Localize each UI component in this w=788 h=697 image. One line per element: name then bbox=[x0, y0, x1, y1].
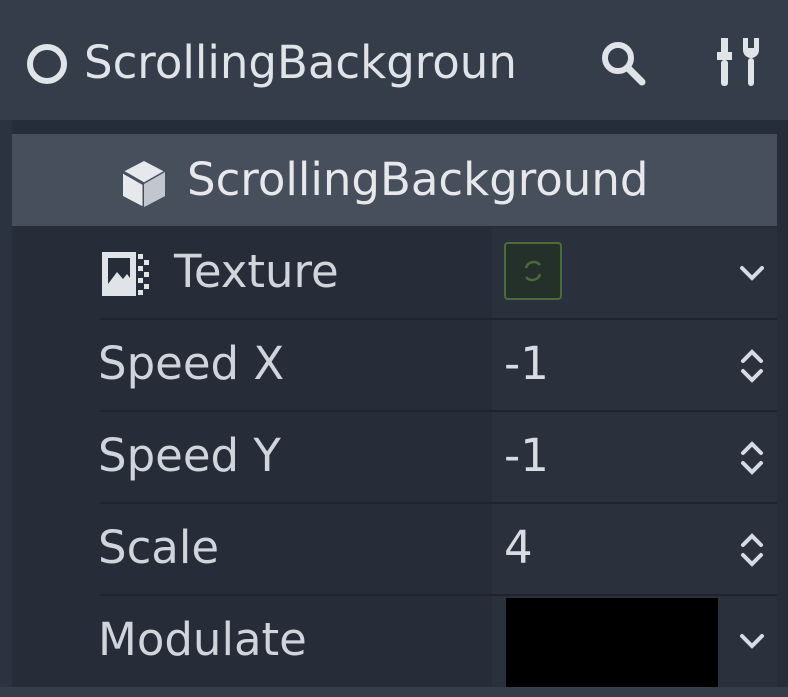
scale-spinbox[interactable]: 4 bbox=[492, 504, 777, 596]
stepper-icon[interactable] bbox=[735, 436, 769, 480]
chevron-down-icon[interactable] bbox=[735, 626, 769, 656]
texture-value-field[interactable] bbox=[492, 228, 777, 320]
property-label-modulate: Modulate bbox=[98, 613, 307, 666]
modulate-color-field[interactable] bbox=[492, 596, 777, 688]
inspector-header: ScrollingBackgroun bbox=[0, 0, 788, 120]
stepper-icon[interactable] bbox=[735, 528, 769, 572]
speed-y-value[interactable]: -1 bbox=[504, 426, 549, 486]
property-row-scale: Scale 4 bbox=[12, 504, 777, 596]
property-label-scale: Scale bbox=[98, 521, 220, 574]
inspector-panel: ScrollingBackground Texture Speed X -1 S… bbox=[0, 120, 788, 697]
property-label-speed-x: Speed X bbox=[98, 337, 285, 390]
property-row-speed-x: Speed X -1 bbox=[12, 320, 777, 412]
scale-value[interactable]: 4 bbox=[504, 518, 533, 578]
property-label-texture: Texture bbox=[174, 245, 339, 298]
property-row-texture: Texture bbox=[12, 228, 777, 320]
color-swatch[interactable] bbox=[506, 598, 718, 688]
reload-icon bbox=[524, 260, 542, 282]
section-header[interactable]: ScrollingBackground bbox=[12, 134, 777, 226]
property-row-modulate: Modulate bbox=[12, 596, 777, 688]
property-label-speed-y: Speed Y bbox=[98, 429, 281, 482]
chevron-down-icon[interactable] bbox=[735, 258, 769, 288]
cube-icon bbox=[122, 161, 166, 207]
texture-icon bbox=[102, 252, 149, 296]
speed-x-spinbox[interactable]: -1 bbox=[492, 320, 777, 412]
node-circle-icon bbox=[27, 44, 67, 84]
property-row-speed-y: Speed Y -1 bbox=[12, 412, 777, 504]
tools-icon[interactable] bbox=[713, 34, 769, 90]
speed-x-value[interactable]: -1 bbox=[504, 334, 549, 394]
search-icon[interactable] bbox=[598, 38, 650, 90]
speed-y-spinbox[interactable]: -1 bbox=[492, 412, 777, 504]
node-name-label: ScrollingBackgroun bbox=[84, 36, 517, 89]
panel-bottom-edge bbox=[0, 687, 788, 697]
stepper-icon[interactable] bbox=[735, 344, 769, 388]
panel-gutter bbox=[0, 120, 12, 697]
texture-thumbnail[interactable] bbox=[504, 242, 562, 300]
section-title: ScrollingBackground bbox=[187, 153, 649, 206]
